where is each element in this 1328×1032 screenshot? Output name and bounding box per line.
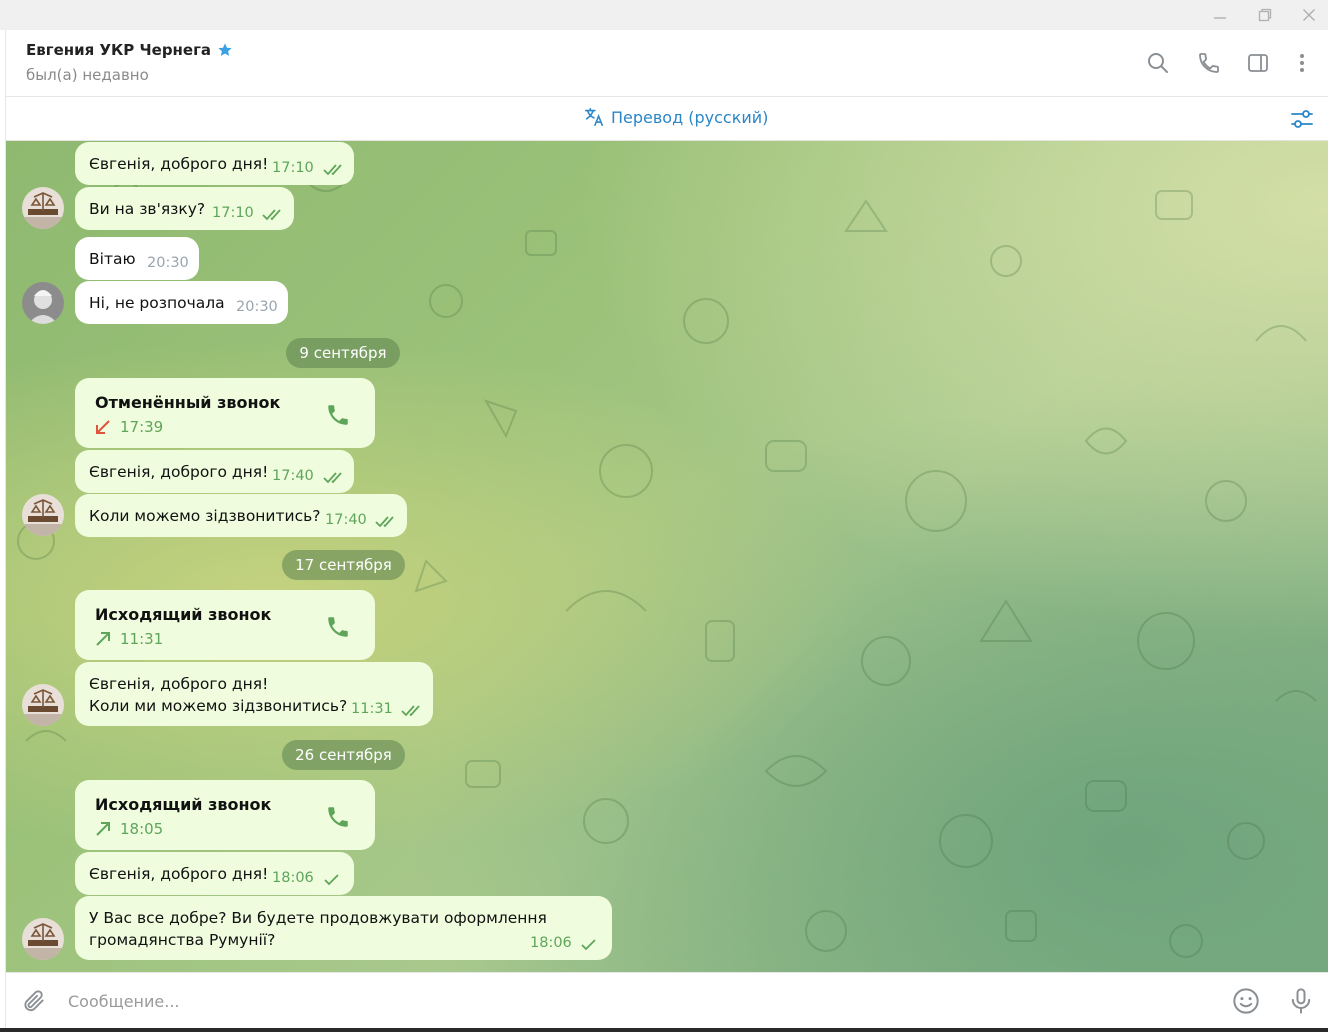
avatar-image	[22, 282, 64, 324]
call-button[interactable]	[1194, 48, 1224, 78]
outgoing-call-arrow-icon	[96, 822, 110, 836]
star-icon	[218, 43, 232, 56]
message-bubble-outgoing[interactable]: Євгенія, доброго дня! 17:10	[75, 142, 354, 185]
translate-button[interactable]: Перевод (русский)	[583, 106, 768, 128]
sidebar-icon	[1248, 54, 1268, 72]
message-time: 17:10	[272, 160, 314, 176]
smiley-icon	[1233, 988, 1259, 1014]
search-icon	[1148, 53, 1168, 73]
message-bubble-incoming[interactable]: Вітаю 20:30	[75, 237, 199, 280]
microphone-icon	[1291, 988, 1311, 1014]
check-icon	[581, 939, 596, 951]
message-time: 11:31	[351, 701, 393, 717]
restore-icon	[1258, 8, 1272, 22]
paperclip-icon	[24, 990, 44, 1012]
message-text: Євгенія, доброго дня!	[89, 155, 269, 173]
translate-settings-button[interactable]	[1288, 105, 1316, 133]
message-time: 18:06	[530, 935, 572, 951]
message-time: 18:06	[272, 870, 314, 886]
call-bubble[interactable]: Исходящий звонок 18:05	[75, 780, 375, 850]
message-input[interactable]	[68, 987, 1168, 1015]
window-titlebar	[0, 0, 1328, 30]
call-time: 11:31	[120, 630, 164, 648]
missed-call-arrow-icon	[96, 420, 110, 434]
chat-messages-area[interactable]: Євгенія, доброго дня! 17:10 Ви на зв'язк…	[6, 141, 1328, 972]
chat-title[interactable]: Евгения УКР Чернега	[26, 41, 233, 59]
more-button[interactable]	[1287, 48, 1317, 78]
restore-button[interactable]	[1243, 0, 1287, 30]
chat-header[interactable]: Евгения УКР Чернега был(а) недавно	[6, 30, 1328, 97]
message-time: 17:40	[272, 468, 314, 484]
call-bubble[interactable]: Отменённый звонок 17:39	[75, 378, 375, 448]
phone-icon[interactable]	[325, 804, 351, 830]
emoji-button[interactable]	[1230, 985, 1262, 1017]
message-bubble-outgoing[interactable]: Євгенія, доброго дня! 18:06	[75, 852, 354, 895]
avatar-image	[22, 187, 64, 229]
avatar-image	[22, 918, 64, 960]
call-title: Отменённый звонок	[95, 393, 281, 412]
phone-icon[interactable]	[325, 402, 351, 428]
call-title: Исходящий звонок	[95, 605, 272, 624]
sender-avatar[interactable]	[22, 187, 64, 229]
message-bubble-outgoing[interactable]: У Вас все добре? Ви будете продовжувати …	[75, 896, 612, 960]
minimize-icon	[1214, 17, 1226, 19]
message-time: 20:30	[236, 299, 278, 315]
call-title: Исходящий звонок	[95, 795, 272, 814]
message-bubble-incoming[interactable]: Ні, не розпочала 20:30	[75, 281, 288, 324]
message-text: Євгенія, доброго дня!	[89, 463, 269, 481]
avatar-image	[22, 684, 64, 726]
translate-bar: Перевод (русский)	[6, 97, 1328, 141]
message-bubble-outgoing[interactable]: Євгенія, доброго дня! Коли ми можемо зід…	[75, 662, 433, 726]
message-text: У Вас все добре? Ви будете продовжувати …	[89, 909, 547, 949]
double-check-icon	[375, 516, 394, 528]
call-time: 17:39	[120, 418, 164, 436]
phone-icon[interactable]	[325, 614, 351, 640]
search-button[interactable]	[1143, 48, 1173, 78]
sender-avatar[interactable]	[22, 494, 64, 536]
phone-icon	[1199, 53, 1219, 73]
contact-status: был(а) недавно	[26, 66, 149, 84]
translate-label: Перевод (русский)	[611, 107, 769, 127]
message-bubble-outgoing[interactable]: Євгенія, доброго дня! 17:40	[75, 450, 354, 493]
close-button[interactable]	[1287, 0, 1328, 30]
avatar-image	[22, 494, 64, 536]
voice-record-button[interactable]	[1285, 985, 1317, 1017]
date-separator: 17 сентября	[282, 550, 405, 580]
message-composer	[6, 972, 1328, 1028]
check-icon	[324, 874, 339, 886]
date-separator: 26 сентября	[282, 740, 405, 770]
taskbar-edge	[0, 1028, 1328, 1032]
contact-name: Евгения УКР Чернега	[26, 41, 212, 59]
double-check-icon	[323, 164, 342, 176]
message-bubble-outgoing[interactable]: Ви на зв'язку? 17:10	[75, 187, 294, 230]
more-icon	[1300, 54, 1304, 72]
call-bubble[interactable]: Исходящий звонок 11:31	[75, 590, 375, 660]
double-check-icon	[262, 209, 281, 221]
message-text: Євгенія, доброго дня! Коли ми можемо зід…	[89, 675, 348, 715]
sender-avatar[interactable]	[22, 918, 64, 960]
message-text: Євгенія, доброго дня!	[89, 865, 269, 883]
call-time: 18:05	[120, 820, 164, 838]
date-separator: 9 сентября	[286, 338, 400, 368]
message-text: Вітаю	[89, 250, 136, 268]
message-text: Ви на зв'язку?	[89, 200, 206, 218]
sidebar-toggle-button[interactable]	[1243, 48, 1273, 78]
minimize-button[interactable]	[1198, 0, 1242, 30]
message-bubble-outgoing[interactable]: Коли можемо зідзвонитись? 17:40	[75, 494, 407, 537]
message-time: 17:10	[212, 205, 254, 221]
double-check-icon	[401, 705, 420, 717]
message-time: 20:30	[147, 255, 189, 271]
outgoing-call-arrow-icon	[96, 632, 110, 646]
translate-icon	[584, 107, 604, 127]
contact-avatar[interactable]	[22, 282, 64, 324]
message-text: Коли можемо зідзвонитись?	[89, 507, 321, 525]
message-text: Ні, не розпочала	[89, 294, 225, 312]
sender-avatar[interactable]	[22, 684, 64, 726]
attach-button[interactable]	[18, 985, 50, 1017]
message-time: 17:40	[325, 512, 367, 528]
close-icon	[1303, 9, 1315, 21]
sliders-icon	[1291, 110, 1313, 128]
double-check-icon	[323, 472, 342, 484]
